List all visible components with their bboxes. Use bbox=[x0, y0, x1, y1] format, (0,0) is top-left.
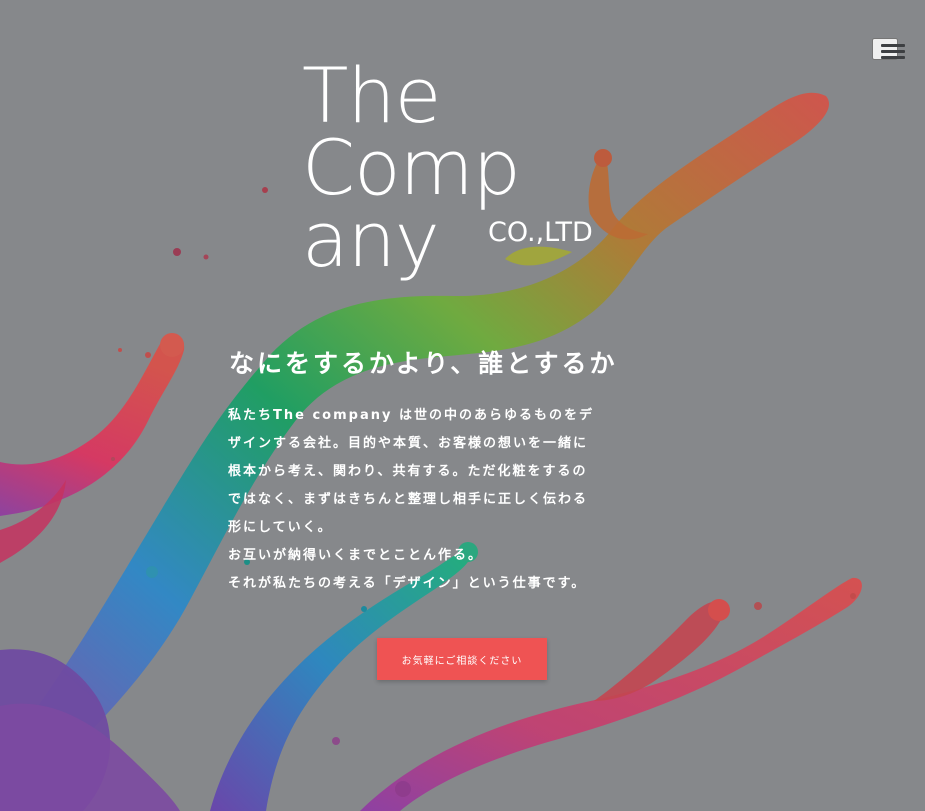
contact-button[interactable]: お気軽にご相談ください bbox=[377, 638, 547, 680]
description-line: ザインする会社。目的や本質、お客様の想いを一緒に bbox=[228, 436, 589, 451]
hero-tagline: なにをするかより、誰とするか bbox=[229, 348, 618, 378]
company-description: 私たちThe company は世の中のあらゆるものをデ ザインする会社。目的や… bbox=[228, 402, 698, 598]
description-line: それが私たちの考える「デザイン」という仕事です。 bbox=[228, 576, 587, 591]
description-line: ではなく、まずはきちんと整理し相手に正しく伝わる bbox=[228, 492, 589, 507]
logo-company-suffix: CO.,LTD bbox=[488, 217, 593, 248]
hero-section: The Comp any CO.,LTD なにをするかより、誰とするか 私たちT… bbox=[0, 0, 925, 811]
menu-line-top bbox=[881, 44, 905, 47]
description-line: 私たちThe company は世の中のあらゆるものをデ bbox=[228, 408, 594, 423]
company-logo: The Comp any CO.,LTD bbox=[302, 58, 632, 288]
description-line: お互いが納得いくまでとことん作る。 bbox=[228, 548, 484, 563]
description-line: 根本から考え、関わり、共有する。ただ化粧をするの bbox=[228, 464, 588, 479]
description-line: 形にしていく。 bbox=[228, 520, 333, 535]
logo-line-3: any bbox=[302, 195, 440, 284]
menu-line-bottom bbox=[881, 56, 905, 59]
menu-line-middle bbox=[881, 50, 905, 53]
hamburger-menu-icon[interactable] bbox=[872, 38, 905, 60]
